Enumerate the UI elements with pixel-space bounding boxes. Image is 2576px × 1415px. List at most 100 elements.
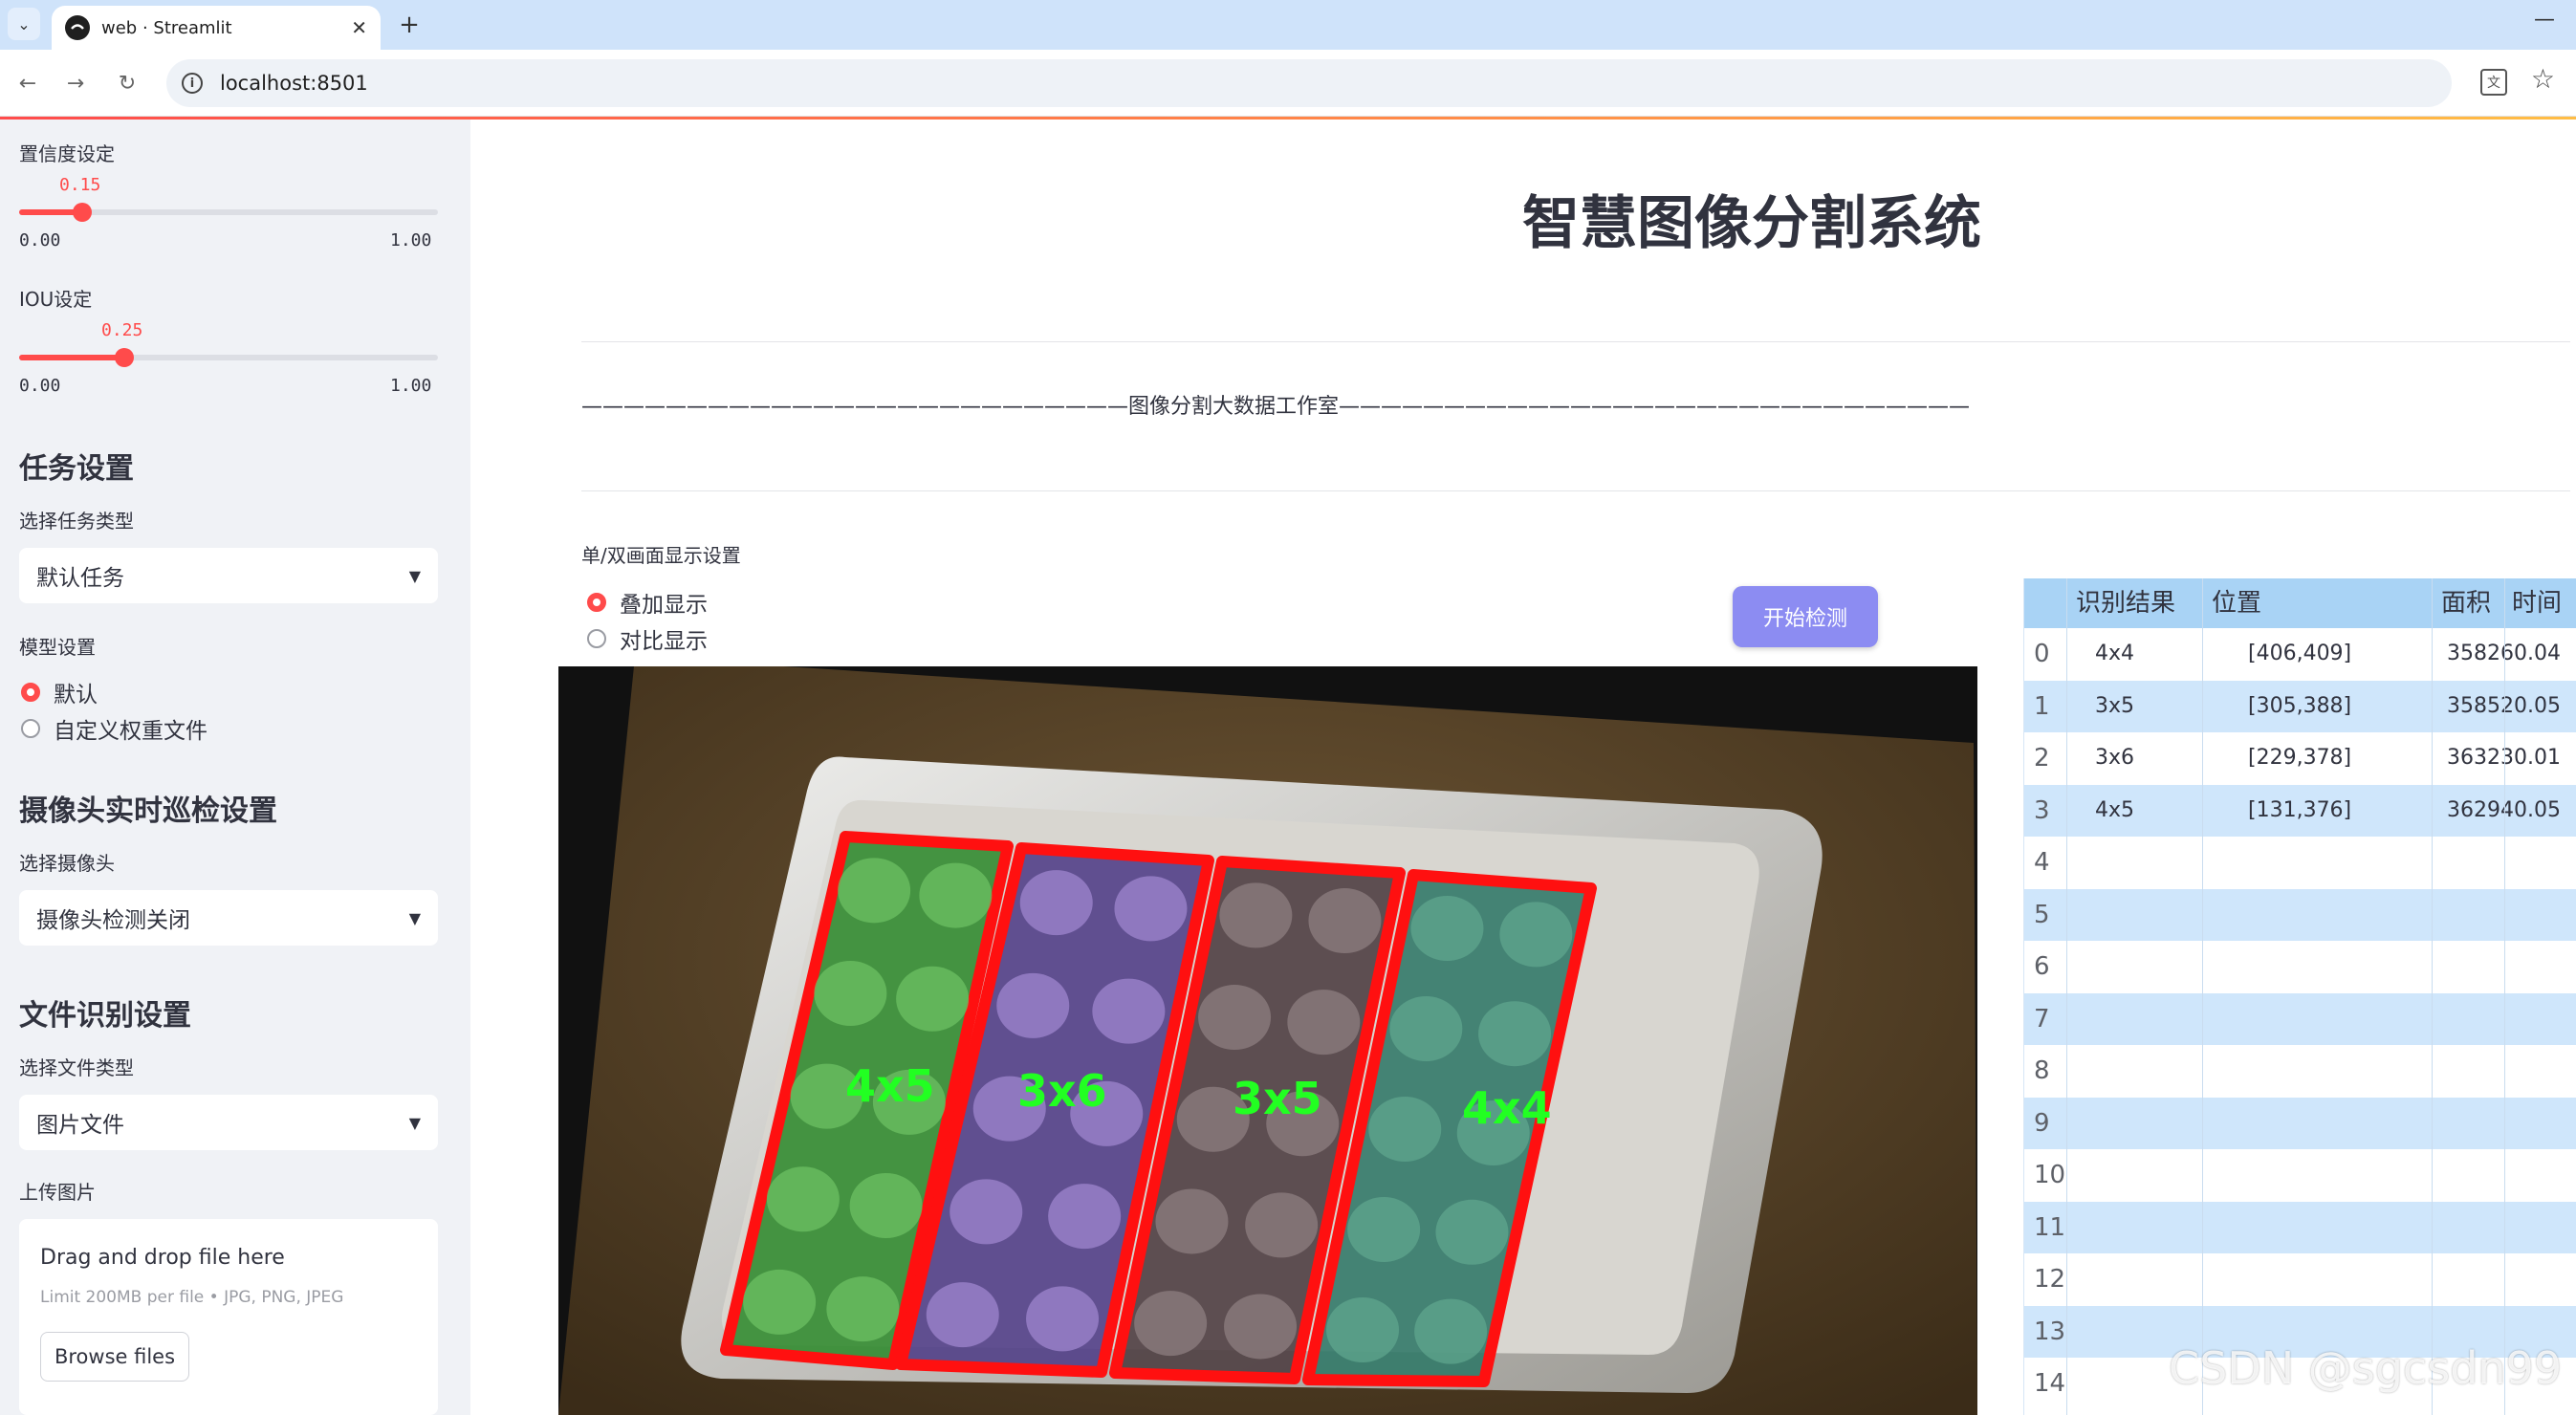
table-row[interactable]: 1 3x5 [305,388] 35852 0.05 — [2024, 680, 2576, 732]
display-mode-compare[interactable]: 对比显示 — [587, 622, 708, 655]
caret-down-icon: ▼ — [408, 908, 421, 927]
site-info-icon[interactable]: i — [182, 73, 203, 94]
chocolate-piece — [838, 858, 911, 924]
chocolate-piece — [1026, 1286, 1100, 1352]
iou-max: 1.00 — [390, 376, 432, 396]
header-result[interactable]: 识别结果 — [2076, 578, 2175, 628]
chocolate-piece — [766, 1166, 840, 1232]
url-text: localhost:8501 — [220, 72, 368, 95]
display-mode-label: 单/双画面显示设置 — [581, 544, 741, 567]
new-tab-plus-icon[interactable]: + — [394, 10, 425, 40]
row-index: 10 — [2034, 1161, 2066, 1189]
tab-search-button[interactable]: ⌄ — [8, 8, 40, 40]
file-dropzone[interactable]: Drag and drop file here Limit 200MB per … — [19, 1219, 438, 1415]
table-row[interactable]: 3 4x5 [131,376] 36294 0.05 — [2024, 784, 2576, 837]
table-row[interactable]: 9 — [2024, 1097, 2576, 1149]
address-bar: ← → ↻ i localhost:8501 文 ☆ — [0, 50, 2576, 117]
row-index: 9 — [2034, 1108, 2050, 1138]
task-settings-heading: 任务设置 — [19, 452, 134, 486]
header-time[interactable]: 时间 — [2512, 578, 2562, 628]
confidence-max: 1.00 — [390, 230, 432, 250]
chocolate-piece — [1410, 896, 1484, 961]
chocolate-piece — [743, 1269, 817, 1335]
results-table[interactable]: 识别结果 位置 面积 时间 0 4x4 [406,409] 3 5 8 2 6 0.04 1 3x5… — [2023, 578, 2576, 1415]
iou-slider[interactable] — [19, 348, 438, 367]
display-mode-option-label: 对比显示 — [620, 629, 708, 654]
browse-files-button[interactable]: Browse files — [40, 1332, 189, 1382]
confidence-min: 0.00 — [19, 230, 61, 250]
iou-slider-fill — [19, 355, 124, 360]
browser-tab[interactable]: web · Streamlit ✕ — [52, 6, 381, 50]
url-field[interactable]: i localhost:8501 — [166, 59, 2452, 107]
table-row[interactable]: 12 — [2024, 1253, 2576, 1305]
table-row[interactable]: 5 — [2024, 888, 2576, 941]
model-option-default[interactable]: 默认 — [21, 676, 98, 708]
chocolate-piece — [1347, 1197, 1421, 1262]
header-area[interactable]: 面积 — [2441, 578, 2491, 628]
table-row[interactable]: 4 — [2024, 837, 2576, 888]
chocolate-piece — [1287, 990, 1361, 1056]
streamlit-favicon-icon — [65, 15, 90, 40]
caret-down-icon: ▼ — [408, 1113, 421, 1132]
iou-min: 0.00 — [19, 376, 61, 396]
display-mode-overlay[interactable]: 叠加显示 — [587, 586, 708, 619]
row-index: 14 — [2034, 1369, 2066, 1398]
close-icon[interactable]: ✕ — [351, 16, 367, 39]
cell-time: 0.01 — [2514, 746, 2561, 770]
task-type-select[interactable]: 默认任务 ▼ — [19, 548, 438, 603]
cell-time: 0.05 — [2514, 797, 2561, 822]
table-row[interactable]: 2 3x6 [229,378] 36323 0.01 — [2024, 732, 2576, 784]
start-detection-button[interactable]: 开始检测 — [1733, 586, 1878, 647]
chocolate-piece — [826, 1276, 900, 1342]
forward-arrow-icon[interactable]: → — [59, 67, 92, 99]
table-row[interactable]: 7 — [2024, 992, 2576, 1045]
table-row[interactable]: 10 — [2024, 1149, 2576, 1201]
row-index: 5 — [2034, 900, 2050, 929]
camera-settings-heading: 摄像头实时巡检设置 — [19, 795, 277, 828]
iou-slider-thumb[interactable] — [115, 348, 134, 367]
table-row[interactable]: 11 — [2024, 1201, 2576, 1253]
chocolate-piece — [1019, 870, 1093, 936]
model-option-custom[interactable]: 自定义权重文件 — [21, 712, 207, 745]
bookmark-star-icon[interactable]: ☆ — [2531, 63, 2555, 95]
chocolate-piece — [1092, 978, 1166, 1044]
chocolate-piece — [1326, 1297, 1400, 1362]
back-arrow-icon[interactable]: ← — [11, 67, 44, 99]
segment-label: 3x5 — [1233, 1073, 1322, 1124]
confidence-slider-thumb[interactable] — [73, 203, 92, 222]
chocolate-piece — [950, 1179, 1023, 1245]
sidebar: 置信度设定 0.15 0.00 1.00 IOU设定 0.25 0.00 1.0… — [0, 120, 470, 1415]
file-type-selected: 图片文件 — [36, 1113, 124, 1138]
segmentation-canvas: 4x5 3x6 3x5 4x4 — [558, 666, 1977, 1415]
chocolate-piece — [896, 966, 970, 1032]
table-row[interactable]: 6 — [2024, 941, 2576, 992]
translate-icon[interactable]: 文 — [2480, 69, 2507, 96]
header-position[interactable]: 位置 — [2212, 578, 2261, 628]
watermark: CSDN @sgcsdn99 — [2169, 1342, 2563, 1394]
cell-result: 4x4 — [2095, 642, 2135, 665]
dropzone-limit: Limit 200MB per file • JPG, PNG, JPEG — [40, 1288, 344, 1307]
chocolate-piece — [1414, 1298, 1488, 1364]
row-index: 8 — [2034, 1056, 2050, 1085]
cell-result: 4x5 — [2095, 797, 2135, 822]
table-header: 识别结果 位置 面积 时间 — [2024, 578, 2576, 628]
divider — [581, 341, 2570, 342]
file-type-select[interactable]: 图片文件 ▼ — [19, 1095, 438, 1150]
table-row[interactable]: 8 — [2024, 1045, 2576, 1097]
confidence-label: 置信度设定 — [19, 142, 115, 165]
row-index: 2 — [2034, 744, 2050, 773]
confidence-slider[interactable] — [19, 203, 438, 222]
camera-select[interactable]: 摄像头检测关闭 ▼ — [19, 890, 438, 946]
row-index: 12 — [2034, 1265, 2066, 1294]
row-index: 6 — [2034, 952, 2050, 981]
cell-time: 0.04 — [2514, 642, 2561, 665]
table-row[interactable]: 0 4x4 [406,409] 35826 0.04 — [2024, 628, 2576, 680]
chocolate-piece — [996, 972, 1070, 1038]
file-settings-heading: 文件识别设置 — [19, 999, 191, 1033]
row-index: 11 — [2034, 1212, 2066, 1242]
minimize-icon[interactable]: — — [2534, 8, 2555, 32]
reload-icon[interactable]: ↻ — [111, 67, 143, 99]
iou-value: 0.25 — [101, 320, 143, 340]
main-content: 智慧图像分割系统 ——————————————————————————图像分割大… — [470, 120, 2576, 1415]
segment-label: 4x5 — [845, 1060, 935, 1112]
